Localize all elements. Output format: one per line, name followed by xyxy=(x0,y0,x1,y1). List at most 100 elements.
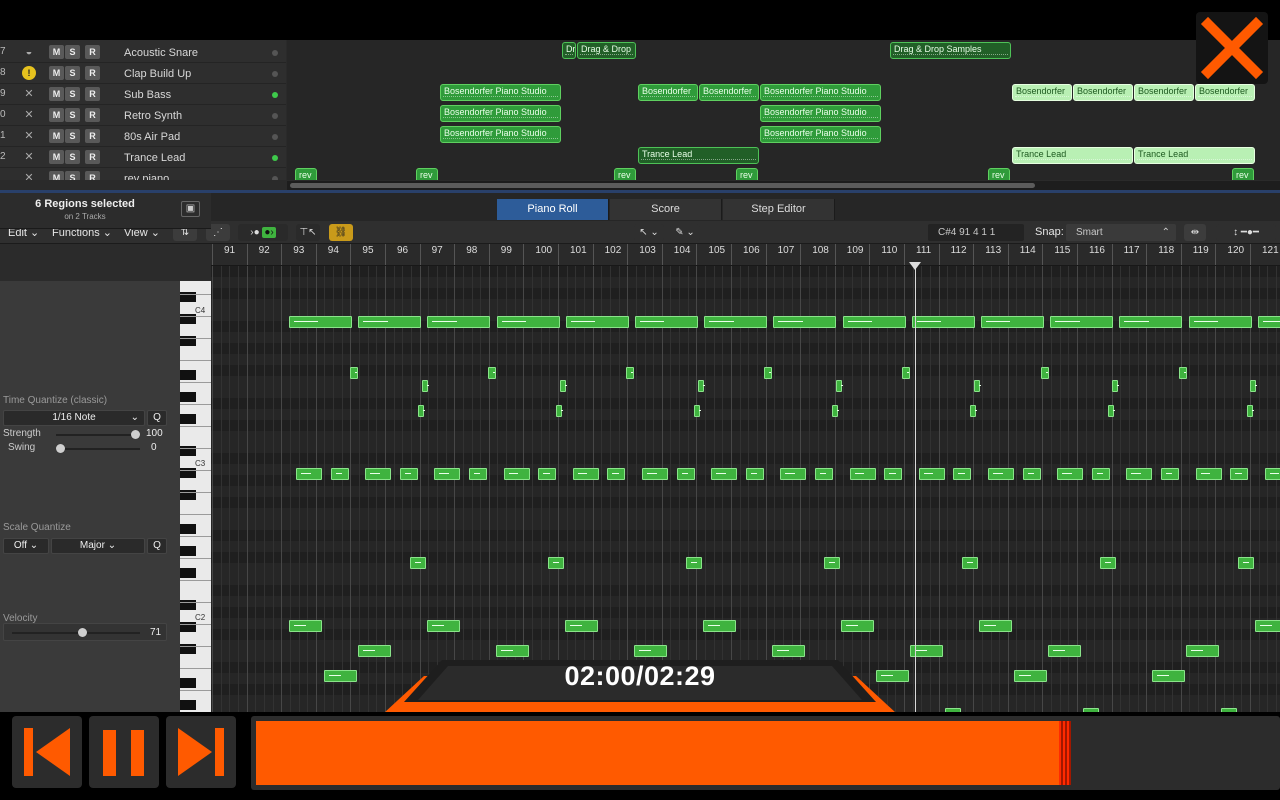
solo-button[interactable]: S xyxy=(65,129,80,143)
midi-note[interactable] xyxy=(1264,468,1280,480)
midi-note[interactable] xyxy=(676,468,695,480)
link-icon[interactable]: ⛓ xyxy=(329,224,353,241)
midi-note[interactable] xyxy=(556,405,563,417)
region[interactable]: Bosendorfer Piano Studio xyxy=(760,84,881,101)
track-header[interactable]: ✕ M S Rrev piano xyxy=(0,168,286,180)
midi-note[interactable] xyxy=(918,468,945,480)
midi-note[interactable] xyxy=(988,468,1014,480)
record-button[interactable]: R xyxy=(85,66,100,80)
solo-button[interactable]: S xyxy=(65,150,80,164)
velocity-knob[interactable] xyxy=(78,628,87,637)
zoom-fit-icon[interactable]: ⇹ xyxy=(1184,224,1206,241)
black-key[interactable] xyxy=(180,546,196,556)
black-key[interactable] xyxy=(180,700,196,710)
pointer-tool-icon[interactable]: ↖ ⌄ xyxy=(634,224,664,241)
midi-note[interactable] xyxy=(1161,468,1179,480)
strength-slider[interactable] xyxy=(56,434,140,436)
midi-note[interactable] xyxy=(1255,620,1280,632)
midi-note[interactable] xyxy=(1048,645,1081,657)
midi-note[interactable] xyxy=(548,557,564,569)
region[interactable]: rev xyxy=(1232,168,1254,180)
midi-note[interactable] xyxy=(1126,468,1153,480)
progress-bar[interactable] xyxy=(251,716,1280,790)
time-quantize-q-button[interactable]: Q xyxy=(147,410,167,426)
time-quantize-select[interactable]: 1/16 Note ⌄ xyxy=(3,410,145,426)
mute-button[interactable]: M xyxy=(49,108,64,122)
region[interactable]: Trance Lead xyxy=(638,147,759,164)
swing-knob[interactable] xyxy=(56,444,65,453)
record-button[interactable]: R xyxy=(85,171,100,180)
region[interactable]: rev xyxy=(416,168,438,180)
record-button[interactable]: R xyxy=(85,108,100,122)
midi-note[interactable] xyxy=(330,468,349,480)
region[interactable]: Bosendorfer xyxy=(1134,84,1194,101)
midi-note[interactable] xyxy=(1179,367,1187,379)
midi-note[interactable] xyxy=(1247,405,1254,417)
midi-note[interactable] xyxy=(841,620,874,632)
midi-note[interactable] xyxy=(953,468,972,480)
black-key[interactable] xyxy=(180,370,196,380)
track-header[interactable]: 1 ✕ M S R 80s Air Pad xyxy=(0,126,286,147)
arrange-area[interactable]: Dr Drag & Drop Drag & Drop Samples Bosendor… xyxy=(287,40,1280,180)
close-button[interactable] xyxy=(1196,12,1268,84)
midi-note[interactable] xyxy=(1057,468,1084,480)
midi-note[interactable] xyxy=(694,405,701,417)
midi-note[interactable] xyxy=(418,405,425,417)
progress-handle[interactable] xyxy=(1059,721,1071,785)
record-button[interactable]: R xyxy=(85,129,100,143)
solo-button[interactable]: S xyxy=(65,108,80,122)
snap-select[interactable]: Smart ⌃ xyxy=(1066,224,1176,241)
pause-button[interactable] xyxy=(89,716,159,788)
midi-note[interactable] xyxy=(289,316,352,328)
midi-note[interactable] xyxy=(496,316,560,328)
midi-note[interactable] xyxy=(427,316,491,328)
midi-note[interactable] xyxy=(1022,468,1041,480)
midi-note[interactable] xyxy=(704,316,768,328)
record-button[interactable]: R xyxy=(85,87,100,101)
region[interactable]: Trance Lead xyxy=(1012,147,1133,164)
midi-note[interactable] xyxy=(358,645,391,657)
region[interactable]: Bosendorfer Piano Studio xyxy=(440,126,561,143)
strength-knob[interactable] xyxy=(131,430,140,439)
midi-note[interactable] xyxy=(780,468,807,480)
black-key[interactable] xyxy=(180,568,196,578)
mute-button[interactable]: M xyxy=(49,45,64,59)
region[interactable]: Bosendorfer xyxy=(638,84,698,101)
region[interactable]: Drag & Drop xyxy=(577,42,636,59)
scale-mode-select[interactable]: Major ⌄ xyxy=(51,538,145,554)
midi-note[interactable] xyxy=(824,557,840,569)
midi-note[interactable] xyxy=(979,620,1012,632)
region[interactable]: Bosendorfer xyxy=(1073,84,1133,101)
region[interactable]: Bosendorfer Piano Studio xyxy=(440,84,561,101)
midi-note[interactable] xyxy=(399,468,418,480)
midi-note[interactable] xyxy=(764,367,772,379)
playhead[interactable] xyxy=(915,266,916,721)
region[interactable]: Bosendorfer xyxy=(1195,84,1255,101)
midi-note[interactable] xyxy=(365,468,392,480)
scale-quantize-q-button[interactable]: Q xyxy=(147,538,167,554)
mute-button[interactable]: M xyxy=(49,87,64,101)
tab-score[interactable]: Score xyxy=(610,199,722,220)
midi-note[interactable] xyxy=(773,316,837,328)
vertical-zoom-slider[interactable]: ↕ ━●━ xyxy=(1216,224,1276,241)
tab-piano-roll[interactable]: Piano Roll xyxy=(497,199,609,220)
midi-note[interactable] xyxy=(981,316,1044,328)
midi-note[interactable] xyxy=(560,380,567,392)
midi-note[interactable] xyxy=(1186,645,1219,657)
midi-note[interactable] xyxy=(1238,557,1254,569)
midi-note[interactable] xyxy=(1108,405,1115,417)
midi-note[interactable] xyxy=(634,645,667,657)
midi-note[interactable] xyxy=(607,468,626,480)
region[interactable]: rev xyxy=(988,168,1010,180)
midi-note[interactable] xyxy=(488,367,496,379)
midi-note[interactable] xyxy=(711,468,738,480)
region[interactable]: Trance Lead xyxy=(1134,147,1255,164)
region[interactable]: rev xyxy=(614,168,636,180)
midi-note[interactable] xyxy=(884,468,903,480)
midi-note[interactable] xyxy=(1100,557,1116,569)
region[interactable]: Bosendorfer xyxy=(699,84,759,101)
mute-button[interactable]: M xyxy=(49,150,64,164)
black-key[interactable] xyxy=(180,392,196,402)
record-button[interactable]: R xyxy=(85,150,100,164)
black-key[interactable] xyxy=(180,414,196,424)
